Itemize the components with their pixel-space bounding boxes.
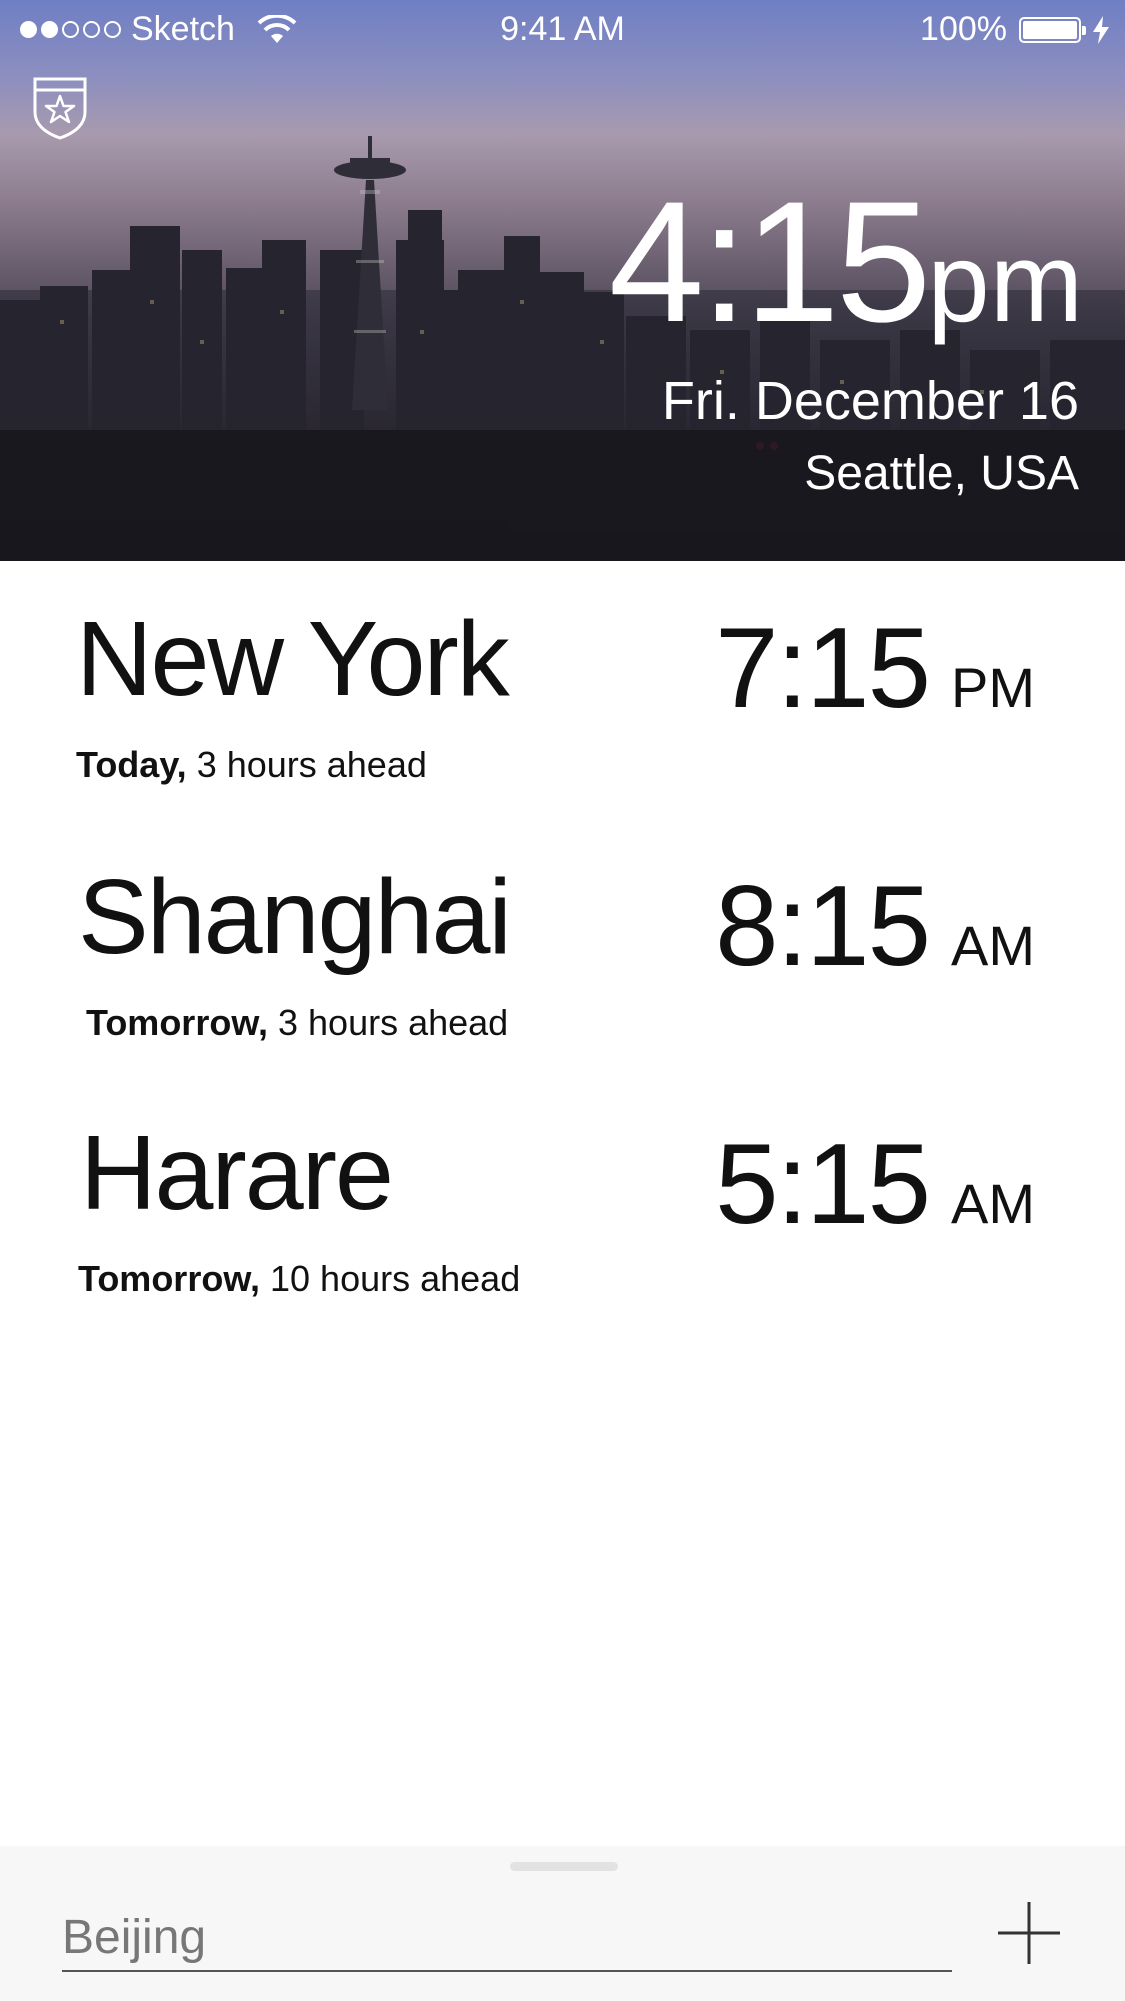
city-time-ampm: AM: [951, 1172, 1035, 1235]
city-hours-offset: 10 hours ahead: [270, 1258, 521, 1299]
add-city-bar: [0, 1846, 1125, 2001]
city-time: 8:15 AM: [715, 870, 1035, 984]
city-time-ampm: AM: [951, 914, 1035, 977]
hero-header: Sketch 9:41 AM 100% 4:15 pm Fri. Decembe…: [0, 0, 1125, 561]
local-date: Fri. December 16: [661, 371, 1079, 431]
city-day: Today,: [76, 744, 187, 785]
local-time-ampm: pm: [927, 220, 1083, 345]
charging-bolt-icon: [1093, 15, 1109, 44]
city-time-value: 8:15: [715, 863, 931, 990]
city-time-ampm: PM: [951, 656, 1035, 719]
city-time-value: 5:15: [715, 1121, 931, 1248]
city-time: 5:15 AM: [715, 1128, 1035, 1242]
city-search-input[interactable]: [62, 1904, 952, 1972]
city-name: Harare: [80, 1114, 394, 1232]
city-name: New York: [76, 600, 510, 718]
battery-percent: 100%: [920, 10, 1007, 48]
city-offset: Tomorrow, 10 hours ahead: [78, 1258, 520, 1300]
city-time: 7:15 PM: [715, 612, 1035, 726]
city-row-shanghai[interactable]: Shanghai Tomorrow, 3 hours ahead 8:15 AM: [0, 858, 1125, 1108]
shield-star-icon[interactable]: [32, 76, 88, 140]
city-hours-offset: 3 hours ahead: [196, 744, 427, 785]
local-time-value: 4:15: [608, 166, 932, 358]
status-bar: Sketch 9:41 AM 100%: [0, 0, 1125, 60]
city-row-harare[interactable]: Harare Tomorrow, 10 hours ahead 5:15 AM: [0, 1116, 1125, 1366]
battery-icon: [1019, 16, 1086, 43]
city-day: Tomorrow,: [86, 1002, 268, 1043]
city-row-new-york[interactable]: New York Today, 3 hours ahead 7:15 PM: [0, 600, 1125, 850]
city-time-value: 7:15: [715, 605, 931, 732]
city-offset: Today, 3 hours ahead: [76, 744, 427, 786]
plus-icon[interactable]: [996, 1900, 1062, 1966]
battery-info: 100%: [920, 10, 1109, 49]
local-location: Seattle, USA: [804, 447, 1079, 500]
drag-handle[interactable]: [510, 1862, 618, 1871]
city-hours-offset: 3 hours ahead: [278, 1002, 509, 1043]
city-day: Tomorrow,: [78, 1258, 260, 1299]
city-name: Shanghai: [78, 858, 512, 976]
local-time: 4:15 pm: [609, 176, 1083, 348]
city-offset: Tomorrow, 3 hours ahead: [86, 1002, 508, 1044]
